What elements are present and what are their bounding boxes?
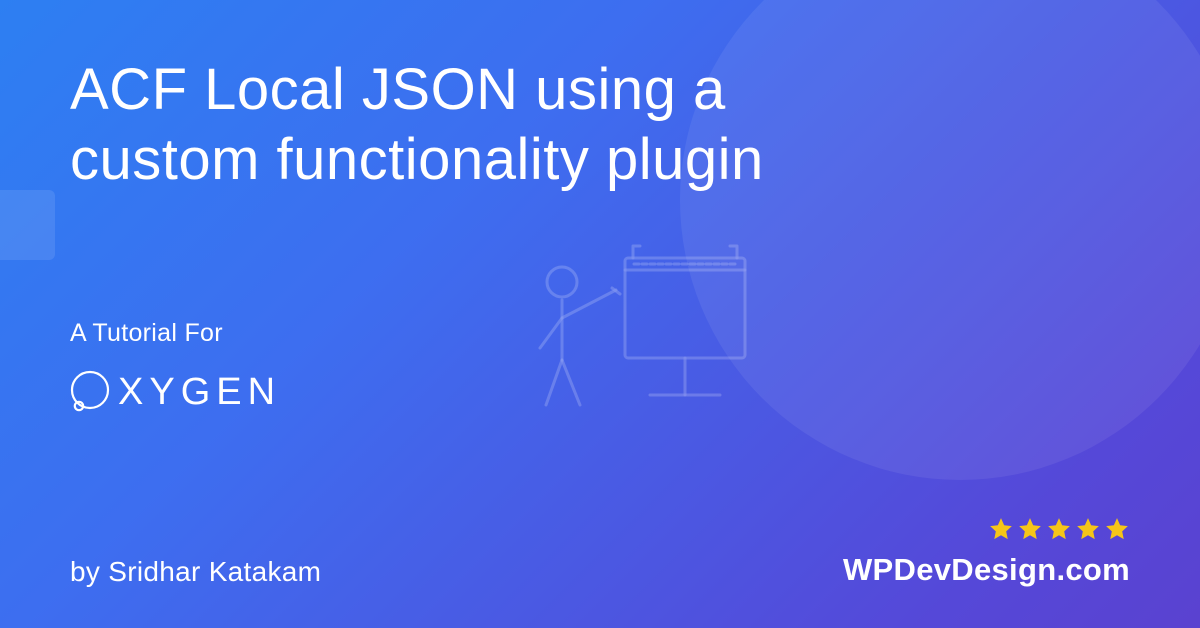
author-byline: by Sridhar Katakam: [70, 556, 321, 588]
star-icon: [988, 516, 1014, 542]
star-icon: [1017, 516, 1043, 542]
svg-text:XYGEN: XYGEN: [118, 371, 281, 413]
oxygen-logo: XYGEN: [70, 366, 1130, 418]
right-column: WPDevDesign.com: [843, 516, 1130, 588]
decorative-accent: [0, 190, 55, 260]
subtitle-text: A Tutorial For: [70, 319, 1130, 348]
footer-row: by Sridhar Katakam WPDevDesign.com: [70, 516, 1130, 588]
star-icon: [1046, 516, 1072, 542]
banner-title: ACF Local JSON using a custom functional…: [70, 55, 890, 194]
star-rating: [988, 516, 1130, 542]
site-name: WPDevDesign.com: [843, 552, 1130, 588]
star-icon: [1075, 516, 1101, 542]
star-icon: [1104, 516, 1130, 542]
promo-banner: ACF Local JSON using a custom functional…: [0, 0, 1200, 628]
